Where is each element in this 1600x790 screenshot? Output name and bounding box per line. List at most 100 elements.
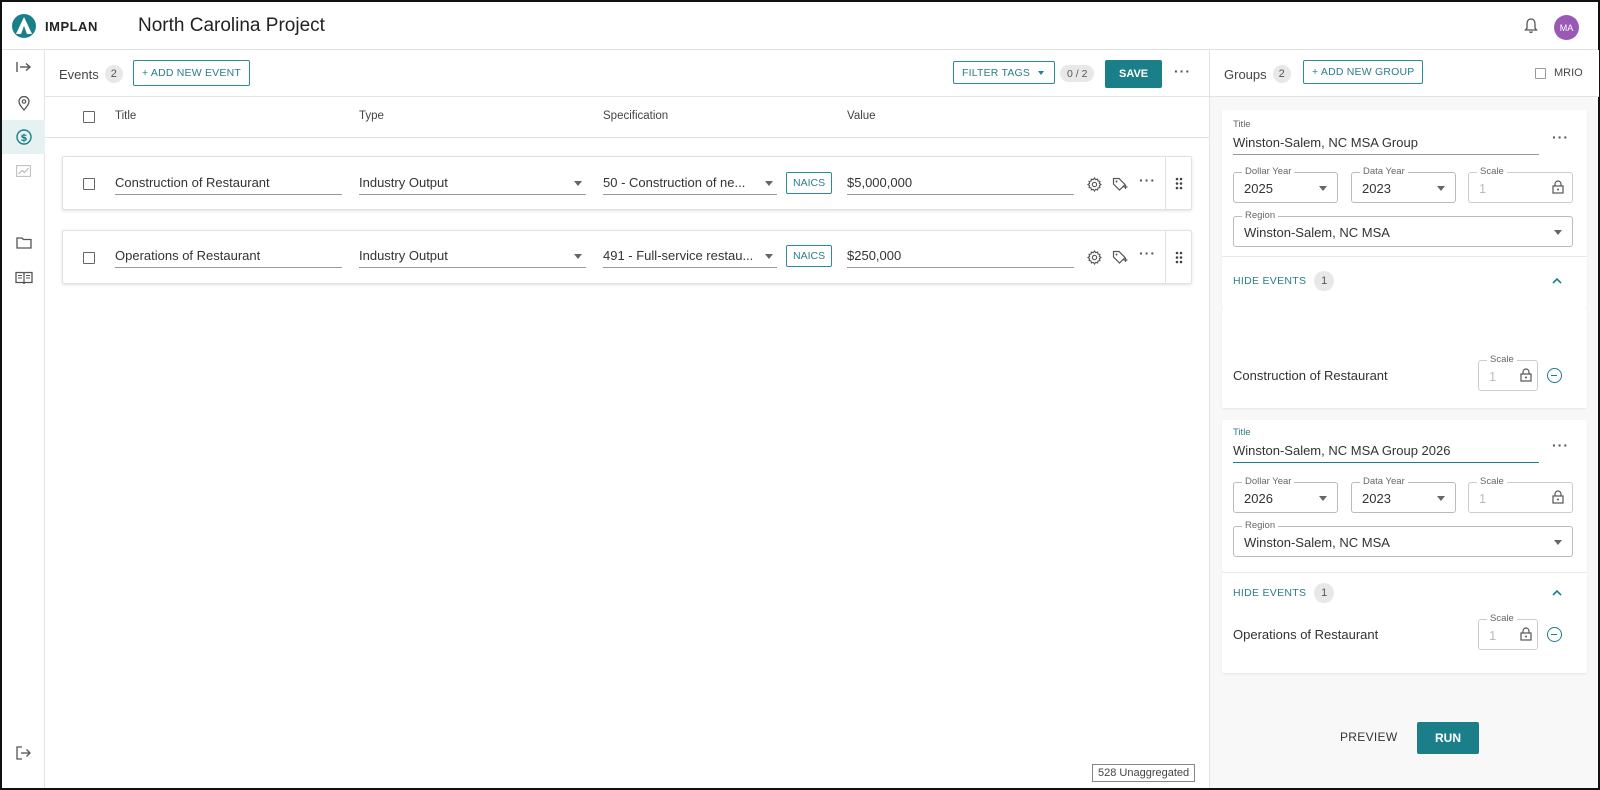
hide-events-toggle[interactable]: HIDE EVENTS 1 bbox=[1233, 271, 1335, 291]
save-button[interactable]: SAVE bbox=[1105, 60, 1163, 88]
dollar-year-value: 2026 bbox=[1244, 491, 1273, 506]
event-more-icon[interactable]: ··· bbox=[1139, 245, 1156, 261]
event-title-input[interactable]: Operations of Restaurant bbox=[115, 244, 342, 268]
scale-value: 1 bbox=[1479, 491, 1487, 506]
dollar-year-select[interactable]: Dollar Year 2025 bbox=[1233, 166, 1338, 203]
hide-events-toggle[interactable]: HIDE EVENTS 1 bbox=[1233, 583, 1335, 603]
chevron-down-icon bbox=[1437, 496, 1445, 501]
region-value: Winston-Salem, NC MSA bbox=[1244, 535, 1390, 550]
events-toolbar: Events 2 + ADD NEW EVENT FILTER TAGS 0 /… bbox=[45, 50, 1209, 97]
run-button[interactable]: RUN bbox=[1417, 722, 1479, 754]
event-specification-select[interactable]: 491 - Full-service restau... bbox=[603, 244, 777, 268]
events-more-icon[interactable]: ··· bbox=[1174, 63, 1191, 79]
drag-handle-icon[interactable] bbox=[1165, 157, 1191, 209]
column-title: Title bbox=[115, 110, 137, 122]
event-checkbox[interactable] bbox=[83, 178, 95, 190]
chevron-down-icon bbox=[765, 181, 773, 186]
event-value-input[interactable]: $5,000,000 bbox=[847, 171, 1074, 195]
folder-icon[interactable] bbox=[2, 225, 45, 259]
event-value-input[interactable]: $250,000 bbox=[847, 244, 1074, 268]
event-checkbox[interactable] bbox=[83, 252, 95, 264]
add-new-event-button[interactable]: + ADD NEW EVENT bbox=[133, 60, 250, 86]
event-type-select[interactable]: Industry Output bbox=[359, 171, 586, 195]
column-type: Type bbox=[359, 110, 384, 122]
chart-icon[interactable] bbox=[2, 154, 45, 188]
add-tag-icon[interactable] bbox=[1112, 177, 1128, 192]
chevron-up-icon[interactable] bbox=[1552, 589, 1562, 596]
group-more-icon[interactable]: ··· bbox=[1552, 437, 1569, 453]
left-rail: $ bbox=[2, 50, 45, 788]
lock-icon[interactable] bbox=[1552, 180, 1564, 194]
lock-icon[interactable] bbox=[1520, 368, 1532, 382]
event-more-icon[interactable]: ··· bbox=[1139, 172, 1156, 188]
event-scale-input[interactable]: Scale 1 bbox=[1478, 613, 1538, 650]
group-hide-events-section: HIDE EVENTS 1 Operations of Restaurant S… bbox=[1222, 573, 1587, 673]
expand-icon[interactable] bbox=[2, 50, 45, 84]
logout-icon[interactable] bbox=[2, 736, 45, 770]
scale-input[interactable]: Scale 1 bbox=[1468, 476, 1573, 513]
group-title-input[interactable]: Winston-Salem, NC MSA Group 2026 bbox=[1233, 439, 1539, 463]
drag-handle-icon[interactable] bbox=[1165, 231, 1191, 283]
event-scale-input[interactable]: Scale 1 bbox=[1478, 354, 1538, 391]
add-tag-icon[interactable] bbox=[1112, 250, 1128, 265]
book-icon[interactable] bbox=[2, 260, 45, 294]
column-specification: Specification bbox=[603, 110, 669, 122]
mrio-checkbox[interactable] bbox=[1535, 67, 1546, 79]
event-scale-label: Scale bbox=[1487, 613, 1517, 624]
dollar-icon[interactable]: $ bbox=[2, 120, 45, 154]
lock-icon[interactable] bbox=[1520, 627, 1532, 641]
region-label: Region bbox=[1242, 210, 1279, 221]
mrio-toggle[interactable]: MRIO bbox=[1535, 67, 1583, 79]
group-more-icon[interactable]: ··· bbox=[1552, 129, 1569, 145]
region-select[interactable]: Region Winston-Salem, NC MSA bbox=[1233, 210, 1573, 247]
bell-icon[interactable] bbox=[1524, 18, 1538, 34]
group-title-input[interactable]: Winston-Salem, NC MSA Group bbox=[1233, 131, 1539, 155]
event-type-value: Industry Output bbox=[359, 248, 448, 263]
event-specification-select[interactable]: 50 - Construction of ne... bbox=[603, 171, 777, 195]
remove-event-icon[interactable] bbox=[1547, 627, 1562, 642]
data-year-value: 2023 bbox=[1362, 491, 1391, 506]
chevron-down-icon bbox=[1554, 230, 1562, 235]
add-new-group-button[interactable]: + ADD NEW GROUP bbox=[1303, 60, 1424, 84]
logo-text: IMPLAN bbox=[45, 18, 98, 34]
groups-panel: Groups 2 + ADD NEW GROUP MRIO Title Wins… bbox=[1209, 50, 1599, 788]
column-value: Value bbox=[847, 110, 876, 122]
location-pin-icon[interactable] bbox=[2, 86, 45, 120]
implan-logo[interactable]: IMPLAN bbox=[12, 14, 98, 38]
region-select[interactable]: Region Winston-Salem, NC MSA bbox=[1233, 520, 1573, 557]
unaggregated-count[interactable]: 528 Unaggregated bbox=[1092, 764, 1196, 782]
dollar-year-select[interactable]: Dollar Year 2026 bbox=[1233, 476, 1338, 513]
group-event-item: Construction of Restaurant Scale 1 bbox=[1222, 308, 1587, 408]
groups-count-badge: 2 bbox=[1272, 65, 1291, 83]
groups-toolbar: Groups 2 + ADD NEW GROUP MRIO bbox=[1210, 50, 1599, 97]
lock-icon[interactable] bbox=[1552, 490, 1564, 504]
group-event-name: Operations of Restaurant bbox=[1233, 627, 1379, 642]
event-title-input[interactable]: Construction of Restaurant bbox=[115, 171, 342, 195]
chevron-down-icon bbox=[765, 254, 773, 259]
event-count-badge: 1 bbox=[1314, 583, 1335, 603]
chevron-up-icon[interactable] bbox=[1552, 277, 1562, 284]
filter-tags-button[interactable]: FILTER TAGS bbox=[953, 61, 1056, 84]
group-card: Title Winston-Salem, NC MSA Group 2026 ·… bbox=[1222, 420, 1587, 572]
dollar-year-label: Dollar Year bbox=[1242, 166, 1295, 177]
naics-button[interactable]: NAICS bbox=[786, 245, 833, 267]
gear-icon[interactable] bbox=[1087, 177, 1102, 192]
select-all-checkbox[interactable] bbox=[83, 111, 95, 123]
event-type-select[interactable]: Industry Output bbox=[359, 244, 586, 268]
chevron-down-icon bbox=[1437, 186, 1445, 191]
preview-button[interactable]: PREVIEW bbox=[1340, 730, 1397, 744]
groups-label: Groups bbox=[1224, 66, 1267, 82]
data-year-select[interactable]: Data Year 2023 bbox=[1351, 166, 1456, 203]
events-heading: Events 2 bbox=[59, 65, 123, 83]
scale-value: 1 bbox=[1479, 181, 1487, 196]
data-year-value: 2023 bbox=[1362, 181, 1391, 196]
naics-button[interactable]: NAICS bbox=[786, 172, 833, 194]
data-year-select[interactable]: Data Year 2023 bbox=[1351, 476, 1456, 513]
user-avatar[interactable]: MA bbox=[1554, 15, 1579, 40]
region-label: Region bbox=[1242, 520, 1279, 531]
chevron-down-icon bbox=[1319, 186, 1327, 191]
event-type-value: Industry Output bbox=[359, 175, 448, 190]
gear-icon[interactable] bbox=[1087, 250, 1102, 265]
remove-event-icon[interactable] bbox=[1547, 368, 1562, 383]
scale-input[interactable]: Scale 1 bbox=[1468, 166, 1573, 203]
